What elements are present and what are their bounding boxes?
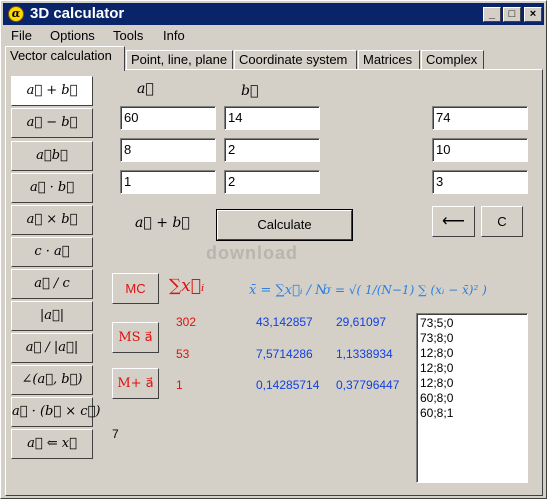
tab-strip: Vector calculation Point, line, plane Co…: [5, 46, 545, 71]
b-z-field[interactable]: 2: [224, 170, 320, 194]
op-dot-product-button[interactable]: a⃗ · b⃗: [11, 173, 93, 203]
tab-matrices[interactable]: Matrices: [358, 50, 420, 70]
list-item[interactable]: 60;8;1: [420, 406, 524, 421]
op-cross-product-button[interactable]: a⃗ × b⃗: [11, 205, 93, 235]
close-button[interactable]: ×: [524, 7, 542, 22]
op-assign-button[interactable]: a⃗ ⇐ x⃗: [11, 429, 93, 459]
op-dyadic-button[interactable]: a⃗b⃗: [11, 141, 93, 171]
menu-tools[interactable]: Tools: [113, 28, 143, 43]
a-x-field[interactable]: 60: [120, 106, 216, 130]
tab-point-line-plane[interactable]: Point, line, plane: [126, 50, 233, 70]
result-x-field[interactable]: 74: [432, 106, 528, 130]
menu-info[interactable]: Info: [163, 28, 185, 43]
sigma-x-value: 29,61097: [336, 315, 387, 329]
list-item[interactable]: 12;8;0: [420, 376, 524, 391]
window-title: 3D calculator: [30, 5, 125, 22]
sigma-formula: σ = √( 1/(N−1) ∑ (xᵢ − x̄)² ): [323, 283, 487, 297]
op-angle-button[interactable]: ∠(a⃗, b⃗): [11, 365, 93, 395]
backspace-button[interactable]: ⟵: [432, 206, 475, 237]
op-scalar-multiply-button[interactable]: c · a⃗: [11, 237, 93, 267]
title-bar[interactable]: α 3D calculator _ □ ×: [3, 3, 544, 25]
list-item[interactable]: 60;8;0: [420, 391, 524, 406]
menu-options[interactable]: Options: [50, 28, 95, 43]
list-item[interactable]: 12;8;0: [420, 346, 524, 361]
result-z-field[interactable]: 3: [432, 170, 528, 194]
sum-symbol: ∑x⃗ᵢ: [169, 276, 205, 296]
operation-label: a⃗ + b⃗: [135, 215, 190, 231]
menu-file[interactable]: File: [11, 28, 32, 43]
tab-coordinate-system[interactable]: Coordinate system: [234, 50, 357, 70]
op-magnitude-button[interactable]: |a⃗|: [11, 301, 93, 331]
minimize-button[interactable]: _: [483, 7, 501, 22]
app-icon: α: [8, 6, 24, 22]
memory-store-button[interactable]: MS a⃗: [112, 322, 159, 353]
a-y-field[interactable]: 8: [120, 138, 216, 162]
sum-z-value: 1: [176, 378, 183, 392]
vector-a-label: a⃗: [137, 81, 154, 97]
mean-z-value: 0,14285714: [256, 378, 320, 392]
memory-add-button[interactable]: M+ a⃗: [112, 368, 159, 399]
mean-formula: x̄ = ∑x⃗ᵢ / N: [249, 283, 327, 298]
menu-bar: File Options Tools Info: [3, 26, 544, 45]
a-z-field[interactable]: 1: [120, 170, 216, 194]
memory-listbox[interactable]: 73;5;0 73;8;0 12;8;0 12;8;0 12;8;0 60;8;…: [416, 313, 528, 483]
op-subtract-button[interactable]: a⃗ − b⃗: [11, 108, 93, 138]
list-item[interactable]: 12;8;0: [420, 361, 524, 376]
clear-button[interactable]: C: [481, 206, 523, 237]
sum-y-value: 53: [176, 347, 190, 361]
b-x-field[interactable]: 14: [224, 106, 320, 130]
vector-b-label: b⃗: [241, 83, 259, 99]
result-y-field[interactable]: 10: [432, 138, 528, 162]
app-window: α 3D calculator _ □ × File Options Tools…: [0, 0, 547, 499]
sum-x-value: 302: [176, 315, 197, 329]
memory-count: 7: [112, 427, 119, 441]
tab-complex[interactable]: Complex: [421, 50, 484, 70]
mean-x-value: 43,142857: [256, 315, 313, 329]
tab-vector-calculation[interactable]: Vector calculation: [5, 46, 125, 71]
watermark: download: [206, 243, 298, 263]
op-triple-product-button[interactable]: a⃗ · (b⃗ × c⃗): [11, 397, 100, 427]
list-item[interactable]: 73;8;0: [420, 331, 524, 346]
mean-y-value: 7,5714286: [256, 347, 313, 361]
memory-clear-button[interactable]: MC: [112, 273, 159, 304]
op-unit-vector-button[interactable]: a⃗ / |a⃗|: [11, 333, 93, 363]
op-scalar-divide-button[interactable]: a⃗ / c: [11, 269, 93, 299]
op-add-button[interactable]: a⃗ + b⃗: [11, 76, 93, 106]
b-y-field[interactable]: 2: [224, 138, 320, 162]
calculate-button[interactable]: Calculate: [216, 209, 353, 241]
maximize-button[interactable]: □: [503, 7, 521, 22]
sigma-y-value: 1,1338934: [336, 347, 393, 361]
list-item[interactable]: 73;5;0: [420, 316, 524, 331]
sigma-z-value: 0,37796447: [336, 378, 400, 392]
